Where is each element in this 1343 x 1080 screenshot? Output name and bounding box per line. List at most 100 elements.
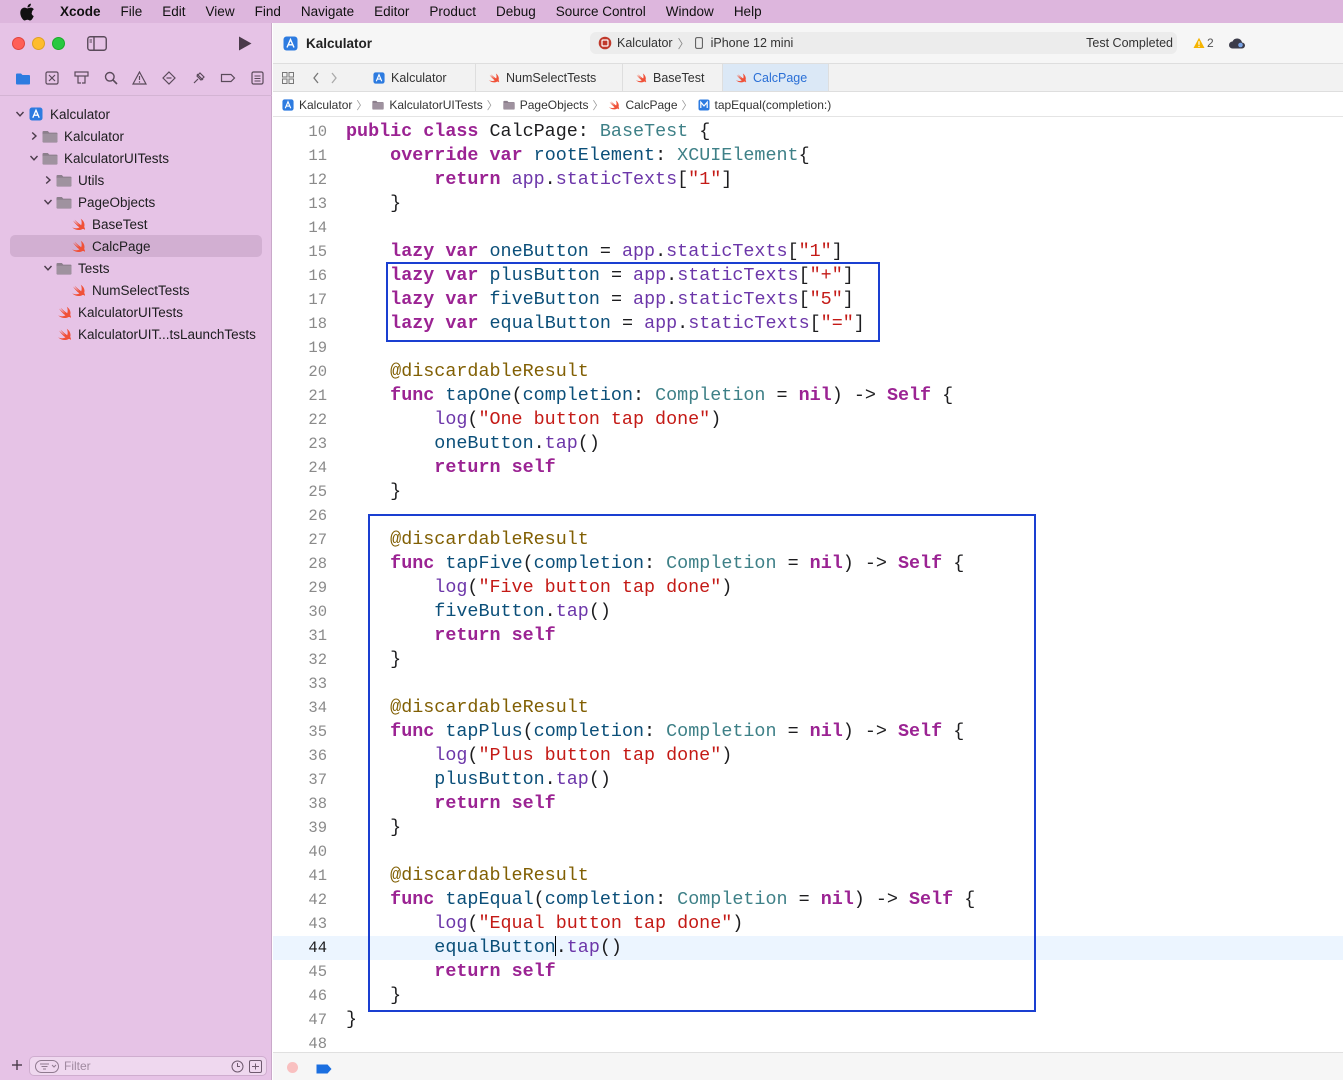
navigator-filter-field[interactable]: [29, 1056, 267, 1076]
run-button[interactable]: [237, 35, 253, 52]
tree-item-utils[interactable]: Utils: [10, 169, 262, 191]
menu-help[interactable]: Help: [724, 0, 772, 23]
line-number[interactable]: 48: [273, 1032, 327, 1052]
source-control-navigator-icon[interactable]: [37, 67, 66, 89]
line-number[interactable]: 20: [273, 360, 327, 384]
close-window-button[interactable]: [12, 37, 25, 50]
line-number[interactable]: 17: [273, 288, 327, 312]
menu-navigate[interactable]: Navigate: [291, 0, 364, 23]
menu-view[interactable]: View: [196, 0, 245, 23]
menu-xcode[interactable]: Xcode: [50, 0, 111, 23]
warnings-indicator[interactable]: 2: [1193, 36, 1214, 50]
report-navigator-icon[interactable]: [243, 67, 272, 89]
line-number[interactable]: 29: [273, 576, 327, 600]
line-number[interactable]: 37: [273, 768, 327, 792]
breakpoint-navigator-icon[interactable]: [213, 67, 242, 89]
breadcrumb-tapequal-completion[interactable]: tapEqual(completion:): [698, 98, 831, 112]
line-number[interactable]: 19: [273, 336, 327, 360]
zoom-window-button[interactable]: [52, 37, 65, 50]
line-number[interactable]: 46: [273, 984, 327, 1008]
code-line[interactable]: 10 public class CalcPage: BaseTest {: [273, 120, 1343, 144]
line-number[interactable]: 45: [273, 960, 327, 984]
tree-item-kalculator[interactable]: Kalculator: [10, 103, 262, 125]
line-number[interactable]: 10: [273, 120, 327, 144]
line-number[interactable]: 12: [273, 168, 327, 192]
code-line[interactable]: 25 }: [273, 480, 1343, 504]
breadcrumb-pageobjects[interactable]: PageObjects 〉: [503, 97, 609, 113]
menu-debug[interactable]: Debug: [486, 0, 546, 23]
code-line[interactable]: 14: [273, 216, 1343, 240]
test-navigator-icon[interactable]: [155, 67, 184, 89]
line-number[interactable]: 34: [273, 696, 327, 720]
minimize-window-button[interactable]: [32, 37, 45, 50]
menu-find[interactable]: Find: [245, 0, 291, 23]
sidebar-toggle-icon[interactable]: [87, 36, 107, 51]
line-number[interactable]: 24: [273, 456, 327, 480]
issue-status-icon[interactable]: [287, 1062, 298, 1073]
run-destination-label[interactable]: iPhone 12 mini: [711, 36, 794, 50]
menu-file[interactable]: File: [111, 0, 153, 23]
tab-numselecttests[interactable]: NumSelectTests: [476, 64, 623, 91]
tree-item-calcpage[interactable]: CalcPage: [10, 235, 262, 257]
code-line[interactable]: 20 @discardableResult: [273, 360, 1343, 384]
line-number[interactable]: 41: [273, 864, 327, 888]
line-number[interactable]: 16: [273, 264, 327, 288]
tree-item-kalculator[interactable]: Kalculator: [10, 125, 262, 147]
breadcrumb-kalculatoruitests[interactable]: KalculatorUITests 〉: [372, 97, 502, 113]
tab-basetest[interactable]: BaseTest: [623, 64, 723, 91]
line-number[interactable]: 28: [273, 552, 327, 576]
line-number[interactable]: 23: [273, 432, 327, 456]
xcode-cloud-icon[interactable]: [1228, 37, 1246, 49]
chevron-right-icon[interactable]: [329, 71, 339, 85]
breadcrumb-kalculator[interactable]: Kalculator 〉: [282, 97, 372, 113]
tree-item-pageobjects[interactable]: PageObjects: [10, 191, 262, 213]
related-items-grid-icon[interactable]: [282, 72, 294, 84]
recent-files-icon[interactable]: [231, 1060, 244, 1073]
chevron-down-icon[interactable]: [28, 152, 40, 164]
menu-product[interactable]: Product: [419, 0, 486, 23]
line-number[interactable]: 33: [273, 672, 327, 696]
tree-item-kalculatoruit-tslaunchtests[interactable]: KalculatorUIT...tsLaunchTests: [10, 323, 262, 345]
line-number[interactable]: 36: [273, 744, 327, 768]
line-number[interactable]: 32: [273, 648, 327, 672]
line-number[interactable]: 22: [273, 408, 327, 432]
tree-item-kalculatoruitests[interactable]: KalculatorUITests: [10, 147, 262, 169]
menu-editor[interactable]: Editor: [364, 0, 419, 23]
line-number[interactable]: 40: [273, 840, 327, 864]
line-number[interactable]: 27: [273, 528, 327, 552]
filter-options-icon[interactable]: [34, 1059, 60, 1073]
project-navigator-icon[interactable]: [8, 67, 37, 89]
line-number[interactable]: 15: [273, 240, 327, 264]
line-number[interactable]: 21: [273, 384, 327, 408]
line-number[interactable]: 14: [273, 216, 327, 240]
menu-edit[interactable]: Edit: [152, 0, 195, 23]
code-line[interactable]: 11 override var rootElement: XCUIElement…: [273, 144, 1343, 168]
code-line[interactable]: 12 return app.staticTexts["1"]: [273, 168, 1343, 192]
apple-icon[interactable]: [18, 3, 36, 21]
line-number[interactable]: 39: [273, 816, 327, 840]
chevron-right-icon[interactable]: [28, 130, 40, 142]
chevron-right-icon[interactable]: [42, 174, 54, 186]
line-number[interactable]: 38: [273, 792, 327, 816]
code-line[interactable]: 48: [273, 1032, 1343, 1052]
menu-source-control[interactable]: Source Control: [546, 0, 656, 23]
tab-kalculator[interactable]: Kalculator: [361, 64, 476, 91]
code-line[interactable]: 24 return self: [273, 456, 1343, 480]
code-line[interactable]: 13 }: [273, 192, 1343, 216]
menu-window[interactable]: Window: [656, 0, 724, 23]
line-number[interactable]: 43: [273, 912, 327, 936]
breakpoints-toggle-icon[interactable]: [316, 1062, 332, 1074]
scheme-label[interactable]: Kalculator: [617, 36, 673, 50]
line-number[interactable]: 13: [273, 192, 327, 216]
tree-item-numselecttests[interactable]: NumSelectTests: [10, 279, 262, 301]
line-number[interactable]: 30: [273, 600, 327, 624]
debug-navigator-icon[interactable]: [184, 67, 213, 89]
source-control-filter-icon[interactable]: [249, 1060, 262, 1073]
source-editor[interactable]: 10 public class CalcPage: BaseTest {11 ov…: [273, 118, 1343, 1052]
code-line[interactable]: 23 oneButton.tap(): [273, 432, 1343, 456]
breadcrumb-calcpage[interactable]: CalcPage 〉: [608, 97, 697, 113]
activity-viewer[interactable]: Kalculator 〉 iPhone 12 mini Test Complet…: [590, 32, 1177, 54]
tree-item-basetest[interactable]: BaseTest: [10, 213, 262, 235]
line-number[interactable]: 35: [273, 720, 327, 744]
code-line[interactable]: 15 lazy var oneButton = app.staticTexts[…: [273, 240, 1343, 264]
